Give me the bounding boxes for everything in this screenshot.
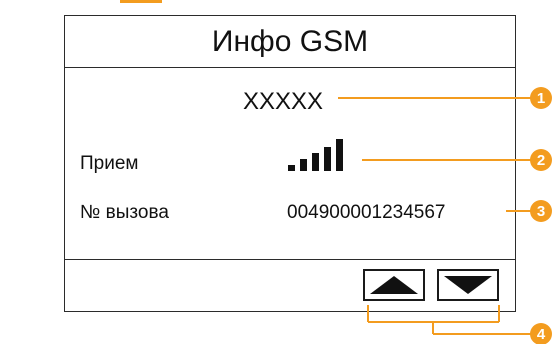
arrow-down-icon: [444, 276, 492, 294]
signal-bar: [300, 159, 307, 171]
callout-number: 4: [537, 326, 546, 343]
callout-number: 2: [537, 152, 545, 169]
footer-divider: [65, 259, 515, 260]
signal-bar: [288, 165, 295, 171]
reception-label: Прием: [80, 153, 139, 174]
callout-marker: [530, 149, 552, 171]
callout-number: 3: [537, 203, 545, 220]
call-number-value: 004900001234567: [287, 202, 446, 223]
signal-bar: [336, 139, 343, 171]
top-decoration: [120, 0, 162, 3]
scroll-up-button[interactable]: [363, 269, 425, 301]
signal-bar: [324, 147, 331, 171]
scroll-down-button[interactable]: [437, 269, 499, 301]
gsm-info-screen: Инфо GSM XXXXX Прием № вызова 0049000012…: [64, 15, 516, 312]
signal-strength-icon: [288, 137, 352, 171]
callout-marker: [530, 323, 552, 344]
callout-marker: [530, 87, 552, 109]
callout-marker: [530, 200, 552, 222]
arrow-up-icon: [370, 276, 418, 294]
operator-name: XXXXX: [243, 88, 324, 115]
screen-title: Инфо GSM: [65, 16, 515, 68]
callout-number: 1: [537, 90, 545, 107]
call-number-label: № вызова: [80, 202, 169, 223]
signal-bar: [312, 153, 319, 171]
